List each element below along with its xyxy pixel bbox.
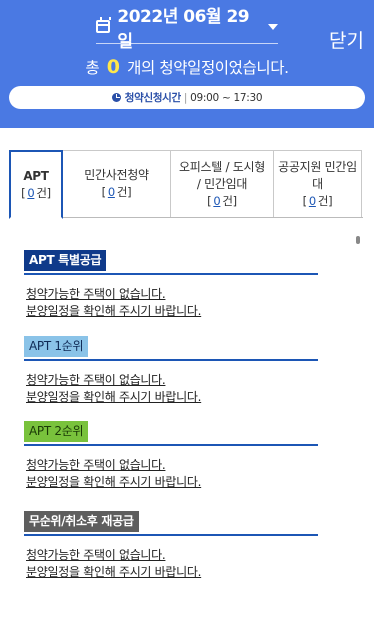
summary-prefix: 총 (85, 59, 100, 77)
scrollbar[interactable] (356, 236, 360, 244)
section-title: APT 2순위 (24, 421, 89, 442)
tab-count: [0 건] (21, 185, 51, 200)
empty-message[interactable]: 청약가능한 주택이 없습니다. 분양일정을 확인해 주시기 바랍니다. (26, 547, 318, 581)
hours-label: 청약신청시간 (124, 92, 181, 104)
section-apt-second: APT 2순위 청약가능한 주택이 없습니다. 분양일정을 확인해 주시기 바랍… (24, 420, 318, 491)
date-selector[interactable]: 2022년 06월 29일 (96, 7, 278, 52)
calendar-icon (96, 17, 112, 33)
tab-officetel[interactable]: 오피스텔 / 도시형 / 민간임대 [0 건] (170, 150, 274, 217)
section-divider (24, 444, 318, 446)
application-hours: 청약신청시간 | 09:00 ~ 17:30 (9, 86, 365, 109)
empty-message[interactable]: 청약가능한 주택이 없습니다. 분양일정을 확인해 주시기 바랍니다. (26, 372, 318, 406)
tab-label-line2: / 민간임대 (196, 176, 248, 191)
section-divider (24, 534, 318, 536)
date-text: 2022년 06월 29일 (117, 6, 250, 52)
section-unranked-resupply: 무순위/취소후 재공급 청약가능한 주택이 없습니다. 분양일정을 확인해 주시… (24, 510, 318, 581)
section-title: APT 1순위 (24, 336, 89, 357)
clock-icon (111, 93, 121, 102)
tab-count: [0 건] (101, 185, 132, 199)
tab-private-pre-subscription[interactable]: 민간사전청약 [0 건] (62, 150, 171, 217)
section-divider (24, 273, 318, 275)
close-button[interactable]: 닫기 (329, 26, 364, 53)
empty-message[interactable]: 청약가능한 주택이 없습니다. 분양일정을 확인해 주시기 바랍니다. (26, 286, 318, 320)
tab-label-line1: 오피스텔 / 도시형 (179, 159, 265, 174)
empty-message[interactable]: 청약가능한 주택이 없습니다. 분양일정을 확인해 주시기 바랍니다. (26, 457, 318, 491)
tab-label: 민간사전청약 (84, 168, 149, 182)
section-title: 무순위/취소후 재공급 (24, 511, 139, 532)
summary-count: 0 (106, 56, 120, 78)
section-apt-special: APT 특별공급 청약가능한 주택이 없습니다. 분양일정을 확인해 주시기 바… (24, 249, 318, 320)
category-tabs: APT [0 건] 민간사전청약 [0 건] 오피스텔 / 도시형 / 민간임대 [… (9, 150, 363, 219)
tab-label-line2: 대 (312, 176, 323, 191)
header-panel: 2022년 06월 29일 닫기 총 0 개의 청약일정이었습니다. 청약신청시… (0, 0, 374, 128)
tab-label-line1: 공공지원 민간임 (278, 159, 357, 174)
hours-separator: | (183, 91, 188, 104)
section-apt-first: APT 1순위 청약가능한 주택이 없습니다. 분양일정을 확인해 주시기 바랍… (24, 335, 318, 406)
tab-public-support-rental[interactable]: 공공지원 민간임 대 [0 건] (273, 150, 362, 217)
summary-suffix: 개의 청약일정이었습니다. (127, 59, 289, 77)
chevron-down-icon (268, 23, 278, 30)
schedule-summary: 총 0 개의 청약일정이었습니다. (0, 56, 374, 78)
tab-count: [0 건] (207, 193, 237, 208)
tab-label: APT (23, 168, 49, 183)
hours-value: 09:00 ~ 17:30 (190, 91, 263, 104)
section-title: APT 특별공급 (24, 250, 107, 271)
tab-apt[interactable]: APT [0 건] (9, 150, 63, 219)
section-divider (24, 359, 318, 361)
tab-count: [0 건] (302, 193, 333, 208)
